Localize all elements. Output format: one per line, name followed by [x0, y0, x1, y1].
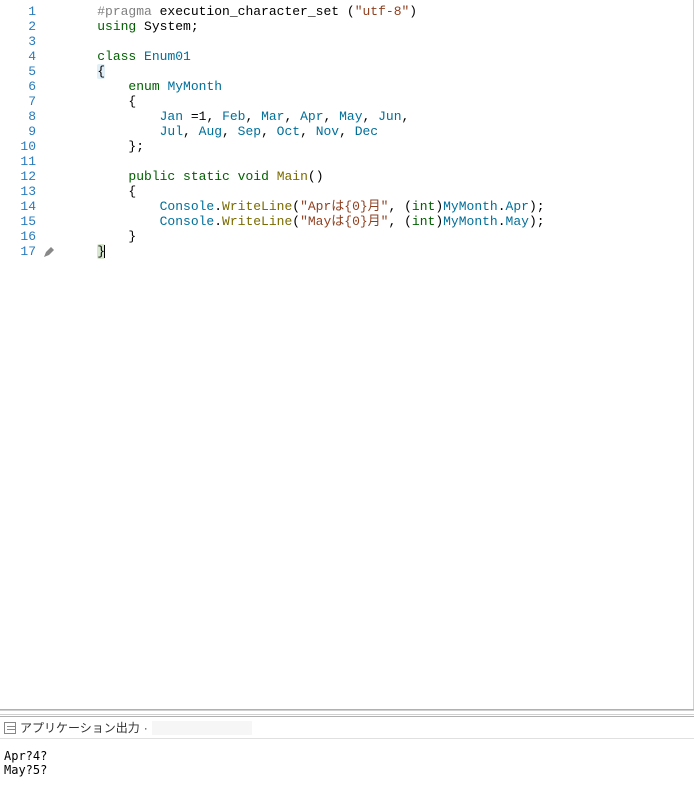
- line-number: 14: [4, 199, 36, 214]
- code-line[interactable]: [66, 34, 689, 49]
- line-number: 2: [4, 19, 36, 34]
- line-number: 15: [4, 214, 36, 229]
- editor-margin: [46, 0, 62, 709]
- line-number: 3: [4, 34, 36, 49]
- margin-marker: [46, 49, 62, 64]
- line-number: 8: [4, 109, 36, 124]
- output-header-label: アプリケーション出力: [20, 719, 140, 736]
- code-line[interactable]: }: [66, 229, 689, 244]
- code-line[interactable]: Console.WriteLine("Mayは{0}月", (int)MyMon…: [66, 214, 689, 229]
- code-line[interactable]: #pragma execution_character_set ("utf-8"…: [66, 4, 689, 19]
- margin-marker: [46, 109, 62, 124]
- code-line[interactable]: enum MyMonth: [66, 79, 689, 94]
- margin-marker: [46, 19, 62, 34]
- margin-marker: [46, 4, 62, 19]
- margin-marker: [46, 229, 62, 244]
- output-header-dot: ·: [144, 721, 148, 735]
- line-number-gutter: 1234567891011121314151617: [0, 0, 46, 709]
- line-number: 16: [4, 229, 36, 244]
- line-number: 1: [4, 4, 36, 19]
- output-console[interactable]: Apr?4? May?5?: [0, 739, 694, 789]
- margin-marker: [46, 139, 62, 154]
- code-editor[interactable]: 1234567891011121314151617 #pragma execut…: [0, 0, 694, 709]
- code-line[interactable]: [66, 154, 689, 169]
- code-line[interactable]: {: [66, 184, 689, 199]
- code-line[interactable]: };: [66, 139, 689, 154]
- pane-separator[interactable]: [0, 709, 694, 717]
- output-pane-header: アプリケーション出力 ·: [0, 717, 694, 739]
- code-line[interactable]: Jan =1, Feb, Mar, Apr, May, Jun,: [66, 109, 689, 124]
- code-line[interactable]: Jul, Aug, Sep, Oct, Nov, Dec: [66, 124, 689, 139]
- code-line[interactable]: public static void Main(): [66, 169, 689, 184]
- pencil-icon: [44, 247, 54, 257]
- line-number: 4: [4, 49, 36, 64]
- margin-marker: [46, 244, 62, 259]
- output-search-input[interactable]: [152, 721, 252, 735]
- code-line[interactable]: Console.WriteLine("Aprは{0}月", (int)MyMon…: [66, 199, 689, 214]
- code-line[interactable]: using System;: [66, 19, 689, 34]
- code-line[interactable]: class Enum01: [66, 49, 689, 64]
- code-content[interactable]: #pragma execution_character_set ("utf-8"…: [62, 0, 693, 709]
- line-number: 9: [4, 124, 36, 139]
- line-number: 7: [4, 94, 36, 109]
- line-number: 13: [4, 184, 36, 199]
- margin-marker: [46, 94, 62, 109]
- margin-marker: [46, 79, 62, 94]
- output-list-icon: [4, 722, 16, 734]
- margin-marker: [46, 34, 62, 49]
- margin-marker: [46, 154, 62, 169]
- line-number: 12: [4, 169, 36, 184]
- code-line[interactable]: {: [66, 64, 689, 79]
- margin-marker: [46, 199, 62, 214]
- line-number: 17: [4, 244, 36, 259]
- line-number: 10: [4, 139, 36, 154]
- line-number: 11: [4, 154, 36, 169]
- margin-marker: [46, 184, 62, 199]
- margin-marker: [46, 214, 62, 229]
- margin-marker: [46, 124, 62, 139]
- margin-marker: [46, 64, 62, 79]
- code-line[interactable]: }: [66, 244, 689, 259]
- line-number: 6: [4, 79, 36, 94]
- code-line[interactable]: {: [66, 94, 689, 109]
- margin-marker: [46, 169, 62, 184]
- line-number: 5: [4, 64, 36, 79]
